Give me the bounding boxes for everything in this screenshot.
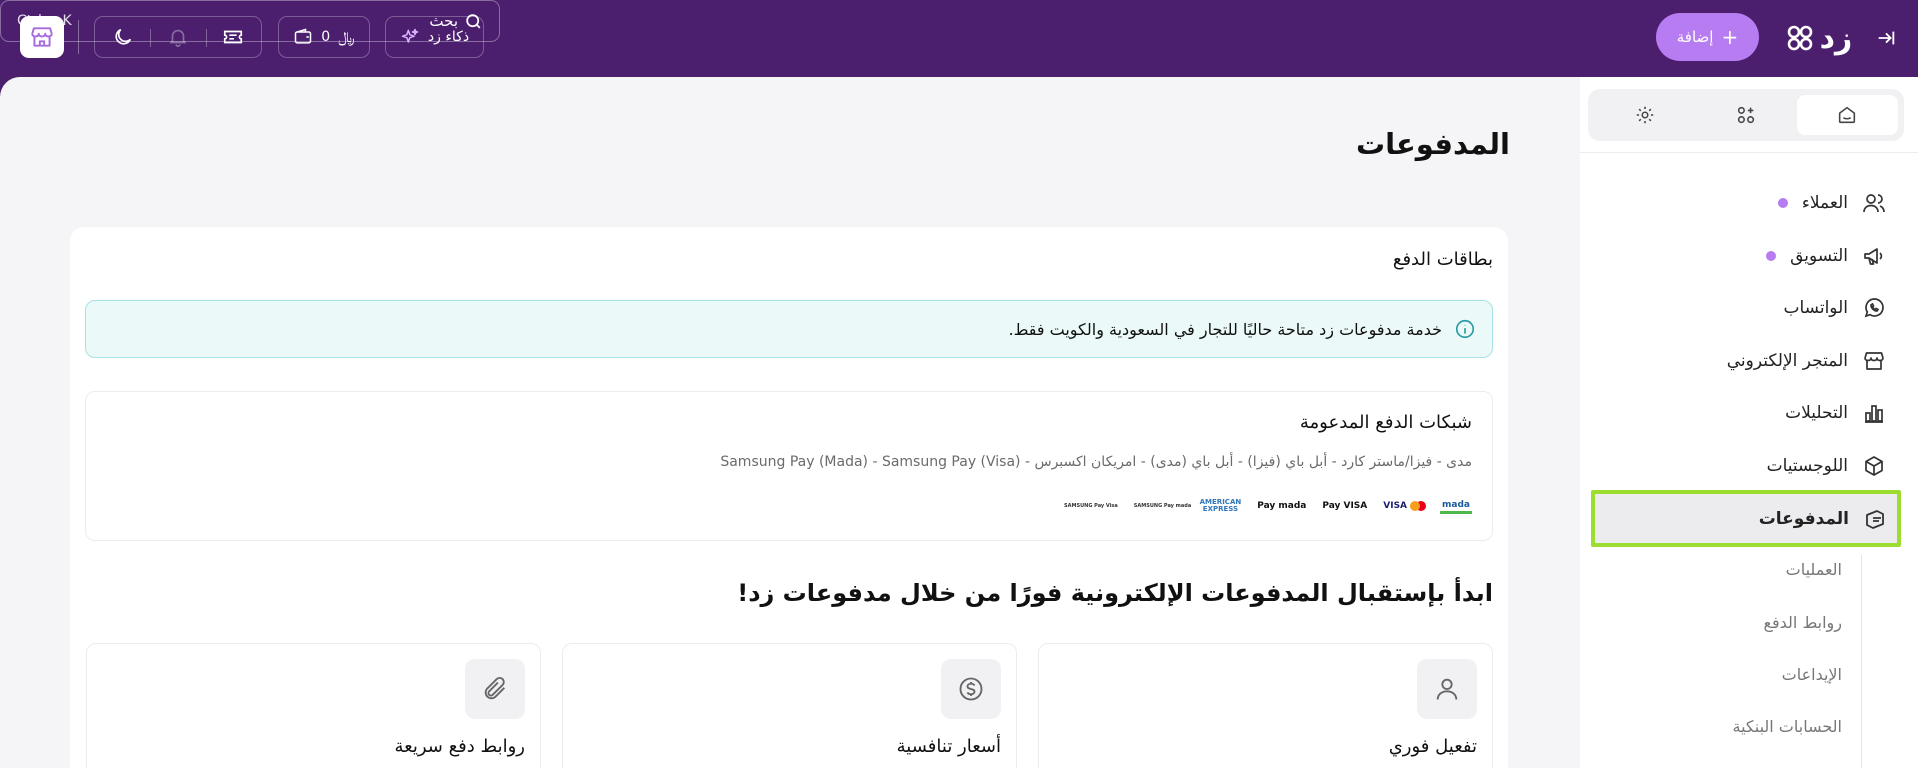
zid-ai-button[interactable]: ذكاء زد	[385, 16, 484, 58]
sidebar-item-customers[interactable]: العملاء	[1592, 177, 1900, 229]
sidebar-item-label: العملاء	[1801, 193, 1848, 213]
feature-label: روابط دفع سريعة	[394, 736, 525, 757]
zid-logo[interactable]: زد	[1777, 18, 1859, 58]
payment-logos: mada VISA Pay VISA Pay mada AMERICAN EXP…	[1062, 498, 1472, 514]
sidebar-item-label: التحليلات	[1785, 403, 1848, 423]
storefront-icon	[31, 27, 53, 47]
tab-home[interactable]	[1796, 95, 1898, 135]
sidebar-item-label: التسويق	[1790, 246, 1848, 266]
collapse-arrow-icon	[1878, 31, 1895, 45]
tab-apps[interactable]	[1695, 95, 1796, 135]
sidebar-item-analytics[interactable]: التحليلات	[1592, 387, 1900, 439]
sidebar-item-payments[interactable]: المدفوعات	[1591, 490, 1901, 547]
supported-networks-box: شبكات الدفع المدعومة مدى - فيزا/ماستر كا…	[85, 391, 1493, 541]
store-button[interactable]	[20, 16, 64, 58]
sidebar-subitem-deposits[interactable]: الإيداعات	[1782, 665, 1842, 684]
users-icon	[1863, 194, 1885, 213]
availability-notice: خدمة مدفوعات زد متاحة حاليًا للتجار في ا…	[85, 300, 1493, 358]
new-indicator-dot	[1766, 251, 1777, 261]
amex-logo: AMERICAN EXPRESS	[1199, 498, 1242, 513]
moon-icon	[115, 28, 131, 45]
top-bar: 0 ﷼ ذكاء زد Ctrl + K بحث إضافة + زد	[0, 0, 1918, 77]
sidebar: العملاء التسويق الواتساب المتجر الإلكترو…	[1580, 77, 1918, 768]
main-content: المدفوعات بطاقات الدفع خدمة مدفوعات زد م…	[0, 77, 1580, 768]
page-title: المدفوعات	[1355, 127, 1510, 161]
dollar-icon	[959, 677, 983, 701]
sidebar-tabs	[1588, 89, 1904, 141]
bar-chart-icon	[1865, 405, 1883, 423]
card-title: بطاقات الدفع	[1392, 249, 1493, 270]
visa-mastercard-logo: VISA	[1381, 498, 1428, 514]
feature-card-instant-activation: تفعيل فوري	[1038, 643, 1493, 768]
store-icon	[1864, 352, 1884, 370]
applepay-mada-logo: Pay mada	[1257, 501, 1307, 511]
wallet-balance[interactable]: 0 ﷼	[278, 16, 370, 58]
zid-logo-mark-icon	[1787, 25, 1812, 51]
cta-title: ابدأ بإستقبال المدفوعات الإلكترونية فورً…	[737, 579, 1493, 607]
sidebar-subitem-payment-links[interactable]: روابط الدفع	[1763, 613, 1842, 632]
logo-text: زد	[1819, 20, 1853, 56]
feature-label: أسعار تنافسية	[896, 736, 1001, 757]
samsungpay-visa-logo: SAMSUNG Pay Visa	[1064, 503, 1118, 509]
payment-cards-card: بطاقات الدفع خدمة مدفوعات زد متاحة حاليً…	[70, 227, 1508, 768]
wallet-icon	[294, 28, 312, 44]
currency-icon: ﷼	[338, 28, 355, 46]
box-icon	[1865, 456, 1883, 476]
apps-icon	[1737, 106, 1755, 124]
feature-card-payment-links: روابط دفع سريعة	[86, 643, 541, 768]
sidebar-item-whatsapp[interactable]: الواتساب	[1592, 282, 1900, 334]
feature-label: تفعيل فوري	[1388, 736, 1477, 757]
networks-title: شبكات الدفع المدعومة	[1299, 412, 1472, 433]
applepay-visa-logo: Pay VISA	[1322, 501, 1368, 511]
sidebar-item-online-store[interactable]: المتجر الإلكتروني	[1592, 335, 1900, 387]
quick-actions-group	[94, 16, 262, 58]
info-icon	[1455, 319, 1475, 339]
feature-card-competitive-prices: أسعار تنافسية	[562, 643, 1017, 768]
divider	[78, 20, 79, 54]
sidebar-item-logistics[interactable]: اللوجستيات	[1592, 440, 1900, 492]
collapse-sidebar-button[interactable]	[1872, 24, 1900, 52]
notifications-button[interactable]	[150, 17, 205, 57]
sidebar-subitem-transactions[interactable]: العمليات	[1786, 560, 1842, 579]
wallet-value: 0	[321, 29, 331, 45]
megaphone-icon	[1864, 248, 1883, 265]
sparkles-icon	[401, 28, 419, 43]
sidebar-item-label: المدفوعات	[1758, 508, 1849, 529]
notice-text: خدمة مدفوعات زد متاحة حاليًا للتجار في ا…	[1008, 319, 1443, 339]
submenu-guide-line	[1861, 555, 1862, 768]
feature-icon-box	[1417, 659, 1477, 719]
feature-icon-box	[465, 659, 525, 719]
sidebar-item-marketing[interactable]: التسويق	[1592, 230, 1900, 282]
samsungpay-mada-logo: SAMSUNG Pay mada	[1133, 503, 1192, 509]
sidebar-item-label: المتجر الإلكتروني	[1726, 351, 1848, 371]
payments-icon	[1866, 509, 1884, 529]
plus-icon: +	[1721, 25, 1739, 49]
add-button[interactable]: إضافة +	[1656, 13, 1759, 61]
ticket-icon	[224, 30, 243, 44]
networks-description: مدى - فيزا/ماستر كارد - أبل باي (فيزا) -…	[720, 454, 1472, 470]
add-label: إضافة	[1676, 28, 1714, 46]
new-indicator-dot	[1777, 198, 1788, 208]
gear-icon	[1636, 106, 1653, 124]
divider	[1580, 152, 1918, 153]
tab-settings[interactable]	[1594, 95, 1695, 135]
sidebar-item-label: الواتساب	[1783, 298, 1849, 318]
visa-text: VISA	[1383, 501, 1408, 511]
theme-toggle[interactable]	[95, 17, 150, 57]
bell-icon	[169, 29, 187, 47]
home-icon	[1839, 106, 1856, 124]
sidebar-item-label: اللوجستيات	[1766, 456, 1848, 476]
sidebar-subitem-bank-accounts[interactable]: الحسابات البنكية	[1733, 717, 1843, 736]
ticket-button[interactable]	[205, 17, 261, 57]
ai-label: ذكاء زد	[427, 29, 470, 45]
mada-logo: mada	[1440, 498, 1472, 514]
user-icon	[1436, 678, 1458, 700]
feature-icon-box	[941, 659, 1001, 719]
paperclip-icon	[484, 676, 505, 700]
whatsapp-icon	[1864, 298, 1884, 318]
